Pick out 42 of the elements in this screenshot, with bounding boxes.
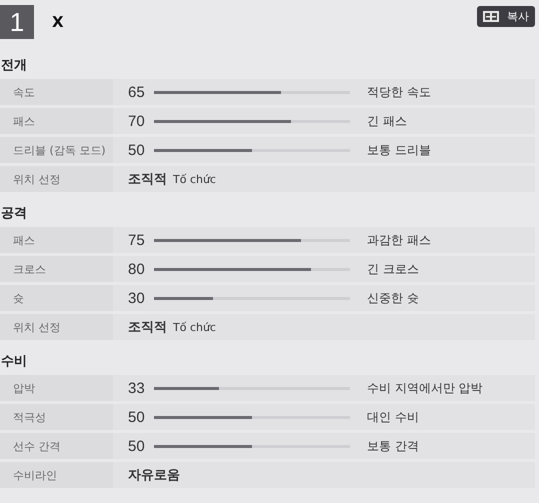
setting-description: 적당한 속도 xyxy=(367,84,431,100)
setting-label: 슛 xyxy=(0,285,113,311)
section-title: 전개 xyxy=(0,57,28,74)
setting-label: 패스 xyxy=(0,108,113,134)
setting-description: 신중한 슛 xyxy=(367,290,419,306)
copy-button[interactable]: 복사 xyxy=(477,6,535,26)
setting-reading: 50 xyxy=(128,438,146,454)
setting-label: 위치 선정 xyxy=(0,166,113,192)
setting-description: 긴 크로스 xyxy=(367,260,419,278)
number-badge: 1 xyxy=(0,5,34,39)
setting-label: 위치 선정 xyxy=(0,314,113,340)
setting-description: 과감한 패스 xyxy=(367,232,431,248)
setting-reading: 30 xyxy=(128,290,146,306)
formation-title: X xyxy=(52,13,64,31)
setting-reading: 33 xyxy=(128,380,146,396)
setting-description: 수비 지역에서만 압박 xyxy=(367,380,483,396)
setting-label: 선수 간격 xyxy=(0,433,113,459)
setting-reading: 65 xyxy=(128,84,146,100)
setting-label: 크로스 xyxy=(0,256,113,282)
copy-icon xyxy=(483,10,499,22)
setting-reading: 80 xyxy=(128,260,146,278)
setting-label: 패스 xyxy=(0,227,113,253)
setting-label: 적극성 xyxy=(0,404,113,430)
setting-reading: 50 xyxy=(128,142,146,158)
setting-description: 긴 패스 xyxy=(367,112,407,130)
setting-note: Tố chức xyxy=(173,320,216,334)
setting-note: Tố chức xyxy=(173,172,216,186)
setting-reading: 70 xyxy=(128,112,146,130)
setting-description: 보통 드리블 xyxy=(367,142,431,158)
section-title: 공격 xyxy=(0,205,28,222)
setting-label: 압박 xyxy=(0,375,113,401)
setting-label: 속도 xyxy=(0,79,113,105)
setting-value: 조직적 xyxy=(128,319,167,336)
section-title: 수비 xyxy=(0,353,28,370)
setting-value: 자유로움 xyxy=(128,467,180,484)
setting-label: 수비라인 xyxy=(0,462,113,488)
setting-description: 보통 간격 xyxy=(367,438,419,454)
setting-label: 드리블 (감독 모드) xyxy=(0,137,113,163)
setting-description: 대인 수비 xyxy=(367,408,419,426)
setting-value: 조직적 xyxy=(128,171,167,188)
setting-reading: 75 xyxy=(128,232,146,248)
setting-reading: 50 xyxy=(128,408,146,426)
